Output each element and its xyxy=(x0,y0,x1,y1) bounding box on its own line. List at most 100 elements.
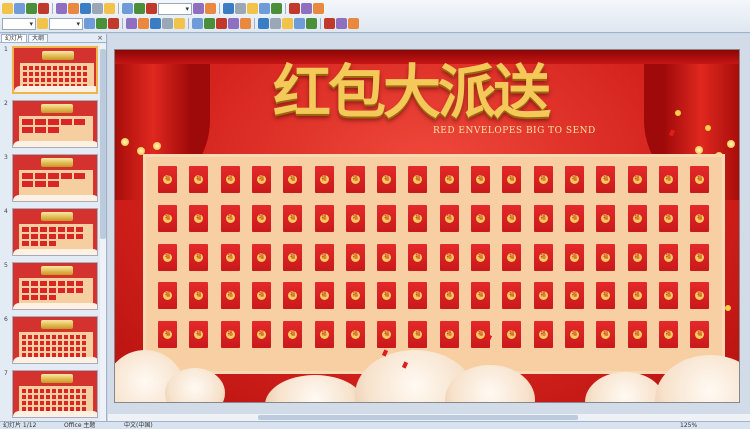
red-envelope[interactable]: 福 xyxy=(220,282,240,310)
red-envelope[interactable]: 福 xyxy=(627,243,647,271)
red-envelope[interactable]: 福 xyxy=(189,321,209,349)
red-envelope[interactable]: 福 xyxy=(471,204,490,232)
shadow-icon[interactable] xyxy=(108,18,119,29)
red-envelope[interactable]: 福 xyxy=(220,321,240,349)
hyperlink-icon[interactable] xyxy=(235,3,246,14)
slide-title[interactable]: 红包大派送 xyxy=(273,52,613,132)
zoom-icon[interactable] xyxy=(301,3,312,14)
chart-icon[interactable] xyxy=(259,3,270,14)
new-icon[interactable] xyxy=(2,3,13,14)
picture-icon[interactable] xyxy=(271,3,282,14)
design-icon[interactable] xyxy=(228,18,239,29)
red-envelope[interactable]: 福 xyxy=(314,321,334,349)
red-envelope[interactable]: 福 xyxy=(533,243,553,271)
3d-icon[interactable] xyxy=(348,18,359,29)
pane-scroll-thumb[interactable] xyxy=(100,49,106,239)
red-envelope[interactable]: 福 xyxy=(158,204,177,232)
fill-color-icon[interactable] xyxy=(258,18,269,29)
red-envelope[interactable]: 福 xyxy=(408,321,428,349)
canvas-scroll-thumb[interactable] xyxy=(258,415,578,420)
red-envelope[interactable]: 福 xyxy=(345,166,365,193)
red-envelope[interactable]: 福 xyxy=(596,204,616,232)
slide-thumbnail[interactable]: 7 xyxy=(4,370,100,418)
paste-icon[interactable] xyxy=(146,3,157,14)
red-envelope[interactable]: 福 xyxy=(189,204,209,232)
red-envelope[interactable]: 福 xyxy=(564,321,584,349)
research-icon[interactable] xyxy=(104,3,115,14)
red-envelope[interactable]: 福 xyxy=(533,166,553,193)
red-envelope[interactable]: 福 xyxy=(658,243,678,271)
red-envelope[interactable]: 福 xyxy=(596,166,616,193)
red-envelope[interactable]: 福 xyxy=(596,243,616,271)
slide-thumbnail[interactable]: 6 xyxy=(4,316,100,364)
redo-icon[interactable] xyxy=(223,3,234,14)
red-envelope[interactable]: 福 xyxy=(564,166,584,193)
red-envelope[interactable]: 福 xyxy=(220,166,240,193)
cut-icon[interactable] xyxy=(122,3,133,14)
underline-icon[interactable] xyxy=(96,18,107,29)
red-envelope[interactable]: 福 xyxy=(439,166,459,193)
decrease-font-icon[interactable] xyxy=(204,18,215,29)
permission-icon[interactable] xyxy=(38,3,49,14)
slide-thumbnail[interactable]: 5 xyxy=(4,262,100,310)
red-envelope[interactable]: 福 xyxy=(439,204,459,232)
toolbar-dropdown[interactable]: ▾ xyxy=(158,2,192,15)
red-envelope[interactable]: 福 xyxy=(377,282,397,310)
red-envelope[interactable]: 福 xyxy=(658,321,678,349)
red-envelope[interactable]: 福 xyxy=(690,321,710,349)
red-envelope[interactable]: 福 xyxy=(439,243,459,271)
red-envelope[interactable]: 福 xyxy=(627,282,647,310)
toolbar-dropdown[interactable]: ▾ xyxy=(2,17,36,30)
red-envelope[interactable]: 福 xyxy=(189,166,209,193)
red-envelope[interactable]: 福 xyxy=(533,321,553,349)
red-envelope[interactable]: 福 xyxy=(345,243,365,271)
bullets-icon[interactable] xyxy=(174,18,185,29)
red-envelope[interactable]: 福 xyxy=(314,243,334,271)
red-envelope[interactable]: 福 xyxy=(251,282,271,310)
red-envelope[interactable]: 福 xyxy=(158,166,177,193)
align-center-icon[interactable] xyxy=(138,18,149,29)
email-icon[interactable] xyxy=(56,3,67,14)
pane-scrollbar[interactable] xyxy=(100,44,106,421)
red-envelope[interactable]: 福 xyxy=(658,166,678,193)
red-envelope[interactable]: 福 xyxy=(690,204,710,232)
red-envelope[interactable]: 福 xyxy=(564,204,584,232)
numbering-icon[interactable] xyxy=(162,18,173,29)
red-envelope[interactable]: 福 xyxy=(627,321,647,349)
red-envelope[interactable]: 福 xyxy=(251,243,271,271)
italic-icon[interactable] xyxy=(84,18,95,29)
format-painter-icon[interactable] xyxy=(193,3,204,14)
slide-thumbnail[interactable]: 1 xyxy=(4,46,100,94)
red-envelope[interactable]: 福 xyxy=(283,243,303,271)
slide-subtitle[interactable]: RED ENVELOPES BIG TO SEND xyxy=(433,126,596,136)
tab-slides[interactable]: 幻灯片 xyxy=(1,34,28,42)
align-left-icon[interactable] xyxy=(126,18,137,29)
slide-thumbnail[interactable]: 2 xyxy=(4,100,100,148)
red-envelope[interactable]: 福 xyxy=(345,204,365,232)
canvas-scrollbar[interactable] xyxy=(108,414,750,421)
red-envelope[interactable]: 福 xyxy=(377,243,397,271)
slide-thumbnail[interactable]: 4 xyxy=(4,208,100,256)
red-envelope[interactable]: 福 xyxy=(158,321,177,349)
red-envelope[interactable]: 福 xyxy=(377,166,397,193)
textbox-icon[interactable] xyxy=(306,18,317,29)
red-envelope[interactable]: 福 xyxy=(627,204,647,232)
red-envelope[interactable]: 福 xyxy=(502,204,522,232)
red-envelope[interactable]: 福 xyxy=(314,204,334,232)
line-color-icon[interactable] xyxy=(270,18,281,29)
wordart-icon[interactable] xyxy=(324,18,335,29)
red-envelope[interactable]: 福 xyxy=(502,282,522,310)
red-envelope[interactable]: 福 xyxy=(377,321,397,349)
red-envelope[interactable]: 福 xyxy=(690,166,710,193)
red-envelope[interactable]: 福 xyxy=(158,243,177,271)
red-envelope[interactable]: 福 xyxy=(283,166,303,193)
red-envelope[interactable]: 福 xyxy=(314,282,334,310)
red-envelope[interactable]: 福 xyxy=(220,243,240,271)
red-envelope[interactable]: 福 xyxy=(690,282,710,310)
red-envelope[interactable]: 福 xyxy=(158,282,177,310)
red-envelope[interactable]: 福 xyxy=(189,282,209,310)
red-envelope[interactable]: 福 xyxy=(345,282,365,310)
red-envelope[interactable]: 福 xyxy=(283,204,303,232)
save-icon[interactable] xyxy=(26,3,37,14)
preview-icon[interactable] xyxy=(80,3,91,14)
